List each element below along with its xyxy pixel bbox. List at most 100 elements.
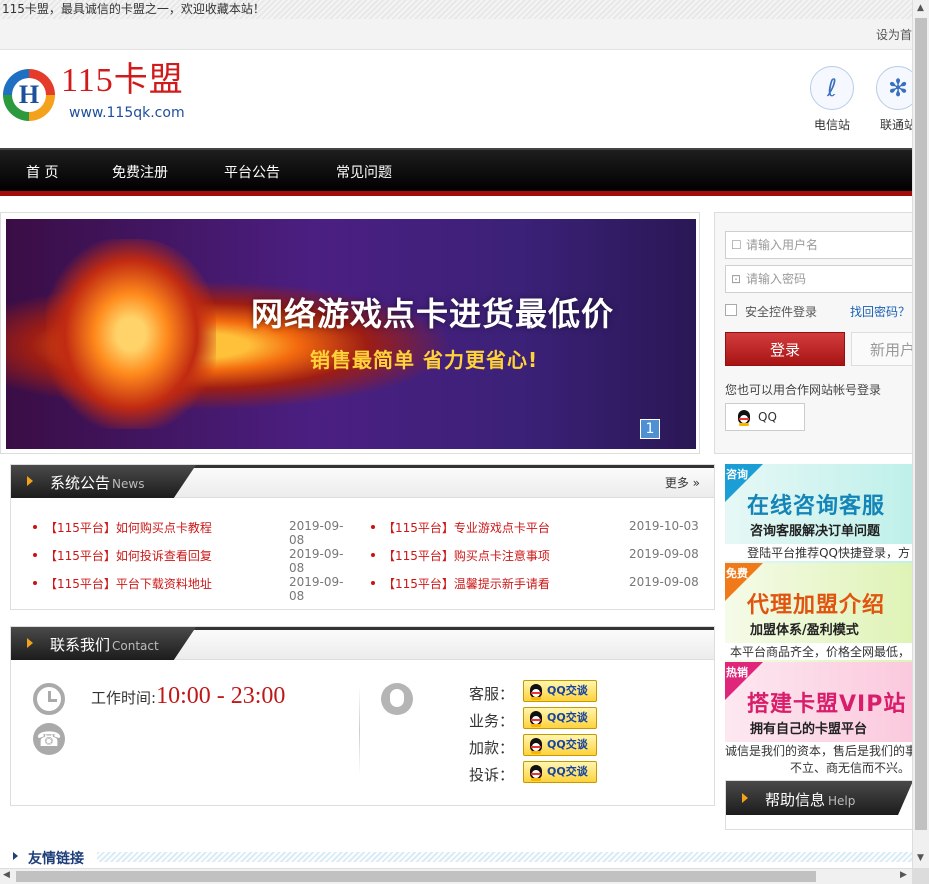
qq-penguin-icon xyxy=(528,682,544,700)
forgot-password-link[interactable]: 找回密码？ xyxy=(850,303,910,320)
work-hours: 工作时间:10:00 - 23:00 xyxy=(91,683,285,710)
vertical-scrollbar[interactable]: ▲ ▼ xyxy=(912,0,929,868)
banner-frame: 网络游戏点卡进货最低价 销售最简单 省力更省心! 1 xyxy=(0,212,700,454)
banner-page-indicator[interactable]: 1 xyxy=(640,419,660,439)
friend-links-bar: 友情链接 xyxy=(0,848,912,867)
ad-subline: 拥有自己的卡盟平台 xyxy=(750,722,868,737)
work-hours-value: 10:00 - 23:00 xyxy=(156,683,286,709)
welcome-text: 115卡盟，最具诚信的卡盟之一，欢迎收藏本站！ xyxy=(2,2,265,16)
banner-title: 网络游戏点卡进货最低价 xyxy=(251,295,615,333)
site-logo[interactable]: H 115卡盟 www.115qk.com xyxy=(1,61,200,125)
contact-title-en: Contact xyxy=(112,639,159,653)
utility-strip: 设为首 xyxy=(0,19,912,50)
unicom-station-label: 联通站 xyxy=(879,118,916,132)
phone-icon: ☎ xyxy=(33,723,65,755)
nav-home[interactable]: 首 页 xyxy=(26,162,58,182)
header: H 115卡盟 www.115qk.com ℓ 电信站 ✻ 联通站 xyxy=(0,50,920,148)
ad-description: 登陆平台推荐QQ快捷登录，方 xyxy=(725,544,912,561)
logo-brand-text: 115卡盟 xyxy=(61,62,184,99)
qq-chat-button-complaint[interactable]: QQ交谈 xyxy=(523,761,597,783)
lock-icon: ⊡ xyxy=(731,272,742,286)
help-panel: 帮助信息 Help xyxy=(725,780,913,830)
contact-business-label: 业务： xyxy=(469,712,515,730)
qq-penguin-icon xyxy=(736,408,752,426)
ad-build-vip[interactable]: 热销 搭建卡盟VIP站 拥有自己的卡盟平台 诚信是我们的资本，售后是我们的事 不… xyxy=(725,662,912,780)
ad-headline: 搭建卡盟VIP站 xyxy=(747,692,907,717)
tab-arrow-icon xyxy=(742,793,748,803)
telecom-icon: ℓ xyxy=(810,66,854,110)
qq-chat-button-payment[interactable]: QQ交谈 xyxy=(523,734,597,756)
ad-description: 本平台商品齐全，价格全网最低， xyxy=(725,643,912,660)
help-title-en: Help xyxy=(828,794,856,808)
notice-panel-header: 系统公告 News 更多 » xyxy=(11,465,714,498)
ad-headline: 代理加盟介绍 xyxy=(747,593,886,618)
horizontal-scrollbar[interactable]: ◀ ▶ xyxy=(0,868,912,884)
user-icon: ☐ xyxy=(731,238,742,252)
clock-icon xyxy=(33,683,65,715)
scroll-up-arrow-icon[interactable]: ▲ xyxy=(917,3,924,13)
tab-arrow-icon xyxy=(27,476,33,486)
qq-penguin-icon xyxy=(528,763,544,781)
contact-payment-label: 加款： xyxy=(469,739,515,757)
qq-penguin-icon xyxy=(528,709,544,727)
ad-subline: 咨询客服解决订单问题 xyxy=(750,524,881,539)
double-chevron-icon: » xyxy=(692,476,700,490)
ad-subline: 加盟体系/盈利模式 xyxy=(750,623,859,638)
help-title: 帮助信息 xyxy=(765,791,826,809)
contact-service-label: 客服： xyxy=(469,685,515,703)
nav-announcements[interactable]: 平台公告 xyxy=(224,162,280,182)
ad-description: 诚信是我们的资本，售后是我们的事 不立、商无信而不兴。 xyxy=(725,742,912,780)
scroll-left-arrow-icon[interactable]: ◀ xyxy=(3,870,10,880)
logo-url-text: www.115qk.com xyxy=(69,105,185,121)
set-homepage-link[interactable]: 设为首 xyxy=(876,26,912,43)
username-placeholder: 请输入用户名 xyxy=(746,238,819,252)
nav-faq[interactable]: 常见问题 xyxy=(336,162,392,182)
scrollbar-corner xyxy=(912,868,929,884)
login-button[interactable]: 登录 xyxy=(725,332,845,366)
contact-tab: 联系我们 Contact xyxy=(11,627,196,660)
login-panel: ☐ 请输入用户名 ⊡ 请输入密码 安全控件登录 找回密码？ 登录 新用户 您也可… xyxy=(714,212,921,454)
tab-arrow-icon xyxy=(27,638,33,648)
welcome-bar: 115卡盟，最具诚信的卡盟之一，欢迎收藏本站！ xyxy=(0,0,912,19)
notice-tab: 系统公告 News xyxy=(11,465,196,498)
password-placeholder: 请输入密码 xyxy=(746,272,807,286)
notice-title-en: News xyxy=(112,477,145,491)
horizontal-scroll-thumb[interactable] xyxy=(16,871,816,882)
alt-login-text: 您也可以用合作网站帐号登录 xyxy=(725,383,882,397)
notice-title: 系统公告 xyxy=(50,474,111,492)
vertical-scroll-thumb[interactable] xyxy=(915,18,927,830)
qq-penguin-icon xyxy=(528,736,544,754)
contact-title: 联系我们 xyxy=(50,636,111,654)
work-hours-label: 工作时间: xyxy=(91,689,157,707)
contact-divider xyxy=(359,685,360,775)
main-nav: 首 页 免费注册 平台公告 常见问题 xyxy=(0,148,912,196)
scroll-down-arrow-icon[interactable]: ▼ xyxy=(917,853,924,863)
promo-banner[interactable]: 网络游戏点卡进货最低价 销售最简单 省力更省心! 1 xyxy=(6,219,696,449)
ad-headline: 在线咨询客服 xyxy=(747,494,886,519)
notice-more-link[interactable]: 更多 » xyxy=(665,474,700,491)
qq-login-button[interactable]: QQ xyxy=(725,403,805,431)
qq-chat-button-business[interactable]: QQ交谈 xyxy=(523,707,597,729)
scroll-right-arrow-icon[interactable]: ▶ xyxy=(900,870,907,880)
qq-chat-button-service[interactable]: QQ交谈 xyxy=(523,680,597,702)
nav-register[interactable]: 免费注册 xyxy=(112,162,168,182)
ad-description-line2: 不立、商无信而不兴。 xyxy=(789,761,910,775)
username-input[interactable]: ☐ 请输入用户名 xyxy=(725,231,915,259)
contact-complaint-label: 投诉： xyxy=(469,766,515,784)
arrow-icon xyxy=(13,852,18,860)
logo-mark-icon: H xyxy=(3,69,55,121)
ad-agent-join[interactable]: 免费 代理加盟介绍 加盟体系/盈利模式 本平台商品齐全，价格全网最低， xyxy=(725,563,912,662)
contact-panel: 联系我们 Contact ☎ 工作时间:10:00 - 23:00 客服： QQ交… xyxy=(10,626,715,806)
friend-links-divider xyxy=(97,852,912,862)
ad-online-consult[interactable]: 咨询 在线咨询客服 咨询客服解决订单问题 登陆平台推荐QQ快捷登录，方 xyxy=(725,464,912,563)
friend-links-label: 友情链接 xyxy=(28,851,84,867)
new-user-button[interactable]: 新用户 xyxy=(851,332,921,366)
password-input[interactable]: ⊡ 请输入密码 xyxy=(725,265,915,293)
contact-panel-header: 联系我们 Contact xyxy=(11,627,714,660)
notice-panel: 系统公告 News 更多 » 【115平台】如何购买点卡教程 2019-09-08 … xyxy=(10,464,715,610)
banner-subtitle: 销售最简单 省力更省心! xyxy=(310,348,539,372)
secure-login-checkbox[interactable] xyxy=(725,304,737,316)
telecom-station-link[interactable]: ℓ 电信站 xyxy=(802,66,862,133)
secure-login-label: 安全控件登录 xyxy=(745,305,818,319)
qq-login-label: QQ xyxy=(758,410,777,424)
